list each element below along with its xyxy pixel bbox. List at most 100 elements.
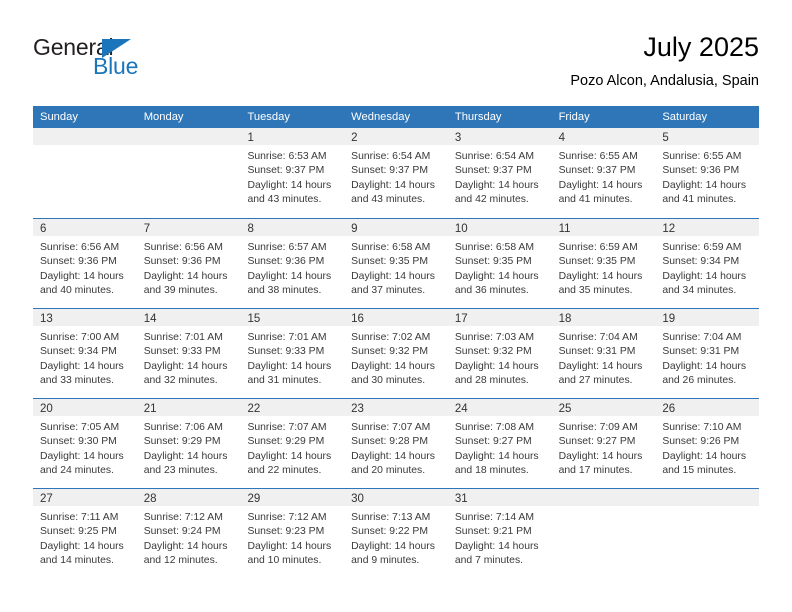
day-number: 13	[40, 313, 53, 325]
calendar-day-cell[interactable]: 29 Sunrise: 7:12 AM Sunset: 9:23 PM Dayligh…	[240, 489, 345, 578]
calendar-day-cell[interactable]: 12 Sunrise: 6:59 AM Sunset: 9:34 PM Dayligh…	[655, 219, 760, 308]
calendar-day-cell[interactable]: 17 Sunrise: 7:03 AM Sunset: 9:32 PM Dayligh…	[447, 309, 552, 398]
sunset-text: Sunset: 9:30 PM	[40, 436, 117, 448]
calendar-day-cell-empty	[551, 489, 656, 578]
calendar-day-cell[interactable]: 10 Sunrise: 6:58 AM Sunset: 9:35 PM Dayligh…	[447, 219, 552, 308]
day-cell-details: Sunrise: 6:59 AM Sunset: 9:34 PM Daylight:…	[655, 236, 759, 298]
day-number: 9	[351, 223, 358, 235]
daylight-text: Daylight: 14 hours	[558, 270, 643, 282]
sunset-text: Sunset: 9:35 PM	[351, 256, 428, 268]
calendar-grid: Sunday Monday Tuesday Wednesday Thursday Frid…	[33, 106, 760, 578]
calendar-day-cell[interactable]: 11 Sunrise: 6:59 AM Sunset: 9:35 PM Dayligh…	[551, 219, 656, 308]
daylight-text: Daylight: 14 hours	[662, 270, 747, 282]
day-cell-details: Sunrise: 7:14 AM Sunset: 9:21 PM Daylight:…	[448, 506, 552, 568]
calendar-day-cell[interactable]: 21 Sunrise: 7:06 AM Sunset: 9:29 PM Dayligh…	[136, 399, 241, 488]
day-cell-details: Sunrise: 7:09 AM Sunset: 9:27 PM Daylight:…	[552, 416, 656, 478]
sunset-text: Sunset: 9:26 PM	[662, 436, 740, 448]
calendar-day-cell[interactable]: 6 Sunrise: 6:56 AM Sunset: 9:36 PM Daylight…	[33, 219, 137, 308]
sunset-text: Sunset: 9:29 PM	[143, 436, 221, 448]
daylight-text-cont: and 9 minutes.	[351, 554, 420, 566]
day-number-band: 9	[344, 219, 448, 236]
sunset-text: Sunset: 9:24 PM	[143, 526, 221, 538]
day-number: 4	[558, 132, 565, 144]
day-number-band	[655, 489, 760, 506]
sunrise-text: Sunrise: 7:00 AM	[40, 332, 120, 343]
logo-text-blue: Blue	[93, 53, 139, 79]
day-cell-details: Sunrise: 7:02 AM Sunset: 9:32 PM Daylight:…	[344, 326, 448, 388]
calendar-day-cell[interactable]: 30 Sunrise: 7:13 AM Sunset: 9:22 PM Dayligh…	[344, 489, 448, 578]
calendar-day-cell[interactable]: 23 Sunrise: 7:07 AM Sunset: 9:28 PM Dayligh…	[344, 399, 448, 488]
day-cell-details: Sunrise: 7:07 AM Sunset: 9:28 PM Daylight:…	[344, 416, 448, 478]
day-number: 20	[40, 403, 53, 415]
calendar-day-cell[interactable]: 26 Sunrise: 7:10 AM Sunset: 9:26 PM Dayligh…	[655, 399, 760, 488]
calendar-day-cell[interactable]: 20 Sunrise: 7:05 AM Sunset: 9:30 PM Dayligh…	[33, 399, 137, 488]
weekday-header-friday: Friday	[558, 111, 590, 123]
calendar-day-cell[interactable]: 1 Sunrise: 6:53 AM Sunset: 9:37 PM Daylight…	[240, 128, 345, 218]
day-number-band: 31	[447, 489, 552, 506]
calendar-day-cell[interactable]: 16 Sunrise: 7:02 AM Sunset: 9:32 PM Dayligh…	[344, 309, 448, 398]
calendar-page: General Blue July 2025 Pozo Alcon, Andal…	[0, 0, 792, 612]
day-number-band	[33, 128, 137, 145]
calendar-day-cell[interactable]: 28 Sunrise: 7:12 AM Sunset: 9:24 PM Dayligh…	[136, 489, 241, 578]
daylight-text: Daylight: 14 hours	[247, 360, 332, 372]
daylight-text-cont: and 7 minutes.	[454, 554, 524, 566]
calendar-day-cell[interactable]: 8 Sunrise: 6:57 AM Sunset: 9:36 PM Daylight…	[240, 219, 345, 308]
sunset-text: Sunset: 9:36 PM	[662, 165, 740, 177]
general-blue-logo[interactable]: General Blue	[33, 34, 213, 88]
daylight-text: Daylight: 14 hours	[454, 450, 539, 462]
daylight-text-cont: and 22 minutes.	[247, 464, 322, 476]
calendar-day-cell[interactable]: 24 Sunrise: 7:08 AM Sunset: 9:27 PM Dayligh…	[447, 399, 552, 488]
sunset-text: Sunset: 9:36 PM	[40, 256, 117, 268]
day-number: 1	[247, 132, 254, 144]
day-number-band: 10	[447, 219, 552, 236]
day-cell-details: Sunrise: 7:08 AM Sunset: 9:27 PM Daylight:…	[448, 416, 552, 478]
day-number-band: 11	[551, 219, 656, 236]
calendar-week-row: 1 Sunrise: 6:53 AM Sunset: 9:37 PM Daylight…	[33, 128, 760, 218]
calendar-day-cell[interactable]: 14 Sunrise: 7:01 AM Sunset: 9:33 PM Dayligh…	[136, 309, 241, 398]
daylight-text: Daylight: 14 hours	[558, 450, 643, 462]
daylight-text: Daylight: 14 hours	[558, 360, 643, 372]
day-number-band: 2	[344, 128, 448, 145]
daylight-text-cont: and 37 minutes.	[351, 284, 426, 296]
daylight-text-cont: and 24 minutes.	[40, 464, 114, 476]
day-number: 6	[40, 223, 47, 235]
daylight-text: Daylight: 14 hours	[662, 179, 747, 191]
calendar-day-cell[interactable]: 5 Sunrise: 6:55 AM Sunset: 9:36 PM Daylight…	[655, 128, 760, 218]
daylight-text: Daylight: 14 hours	[247, 179, 332, 191]
sunset-text: Sunset: 9:21 PM	[454, 526, 532, 538]
day-number: 5	[662, 132, 669, 144]
calendar-day-cell[interactable]: 25 Sunrise: 7:09 AM Sunset: 9:27 PM Dayligh…	[551, 399, 656, 488]
calendar-weeks: 1 Sunrise: 6:53 AM Sunset: 9:37 PM Daylight…	[33, 128, 760, 578]
calendar-day-cell[interactable]: 2 Sunrise: 6:54 AM Sunset: 9:37 PM Daylight…	[344, 128, 448, 218]
daylight-text: Daylight: 14 hours	[143, 450, 228, 462]
calendar-day-cell[interactable]: 4 Sunrise: 6:55 AM Sunset: 9:37 PM Daylight…	[551, 128, 656, 218]
sunrise-text: Sunrise: 6:57 AM	[247, 242, 327, 253]
calendar-day-cell[interactable]: 15 Sunrise: 7:01 AM Sunset: 9:33 PM Dayligh…	[240, 309, 345, 398]
calendar-day-cell[interactable]: 31 Sunrise: 7:14 AM Sunset: 9:21 PM Dayligh…	[447, 489, 552, 578]
sunset-text: Sunset: 9:34 PM	[662, 256, 740, 268]
day-cell-details: Sunrise: 7:00 AM Sunset: 9:34 PM Daylight:…	[33, 326, 137, 388]
calendar-day-cell[interactable]: 9 Sunrise: 6:58 AM Sunset: 9:35 PM Daylight…	[344, 219, 448, 308]
calendar-day-cell[interactable]: 13 Sunrise: 7:00 AM Sunset: 9:34 PM Dayligh…	[33, 309, 137, 398]
day-number-band: 1	[240, 128, 345, 145]
sunrise-text: Sunrise: 7:01 AM	[247, 332, 327, 343]
calendar-day-cell[interactable]: 27 Sunrise: 7:11 AM Sunset: 9:25 PM Dayligh…	[33, 489, 137, 578]
calendar-day-cell[interactable]: 18 Sunrise: 7:04 AM Sunset: 9:31 PM Dayligh…	[551, 309, 656, 398]
sunset-text: Sunset: 9:32 PM	[351, 346, 428, 358]
calendar-day-cell[interactable]: 3 Sunrise: 6:54 AM Sunset: 9:37 PM Daylight…	[447, 128, 552, 218]
day-number: 18	[558, 313, 572, 325]
calendar-day-cell[interactable]: 22 Sunrise: 7:07 AM Sunset: 9:29 PM Dayligh…	[240, 399, 345, 488]
calendar-day-cell[interactable]: 19 Sunrise: 7:04 AM Sunset: 9:31 PM Dayligh…	[655, 309, 760, 398]
day-number-band: 12	[655, 219, 760, 236]
sunset-text: Sunset: 9:37 PM	[247, 165, 325, 177]
day-number-band: 27	[33, 489, 137, 506]
day-cell-details: Sunrise: 7:01 AM Sunset: 9:33 PM Daylight:…	[240, 326, 344, 388]
day-number-band: 13	[33, 309, 137, 326]
daylight-text-cont: and 42 minutes.	[454, 193, 529, 205]
day-cell-details: Sunrise: 6:58 AM Sunset: 9:35 PM Daylight:…	[448, 236, 552, 298]
day-number-band: 8	[240, 219, 345, 236]
calendar-day-cell[interactable]: 7 Sunrise: 6:56 AM Sunset: 9:36 PM Daylight…	[136, 219, 241, 308]
sunset-text: Sunset: 9:28 PM	[351, 436, 428, 448]
sunrise-text: Sunrise: 7:13 AM	[351, 512, 431, 523]
sunrise-text: Sunrise: 6:55 AM	[558, 151, 638, 162]
